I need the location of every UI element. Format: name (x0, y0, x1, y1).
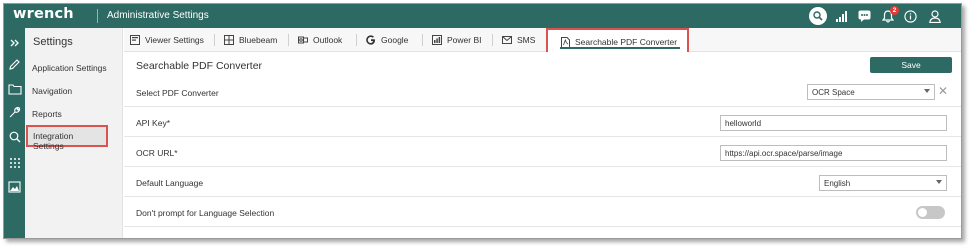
support-chat-icon (858, 10, 870, 22)
tab-label: Bluebeam (239, 35, 278, 45)
tab-separator (356, 34, 357, 46)
content-panel: Searchable PDF Converter Save Select PDF… (124, 52, 961, 238)
row-ocr-url: OCR URL* https://api.ocr.space/parse/ima… (124, 138, 961, 167)
image-icon (8, 180, 21, 193)
user-icon (929, 9, 941, 23)
tab-label: Viewer Settings (145, 35, 204, 45)
google-icon (366, 35, 376, 45)
section-heading: Searchable PDF Converter (136, 60, 263, 72)
notification-badge: 2 (890, 6, 899, 15)
sidebar-item-reports[interactable]: Reports (32, 109, 62, 119)
bluebeam-icon (224, 35, 234, 45)
tab-viewer-settings[interactable]: Viewer Settings (130, 33, 204, 47)
pdf-icon (560, 36, 570, 48)
logo: wrench (13, 6, 74, 22)
pdf-converter-value: OCR Space (812, 87, 855, 97)
tab-label: SMS (517, 35, 536, 45)
search-button[interactable] (809, 7, 827, 25)
row-select-pdf-converter: Select PDF Converter OCR Space ✕ (124, 78, 961, 107)
viewer-settings-icon (130, 35, 140, 45)
apps-grid-icon (9, 157, 20, 168)
page-title: Administrative Settings (107, 10, 209, 21)
header-divider (97, 9, 98, 23)
icon-rail (4, 28, 25, 238)
tab-power-bi[interactable]: Power BI (432, 33, 482, 47)
clear-icon[interactable]: ✕ (938, 84, 948, 98)
language-prompt-toggle[interactable] (916, 206, 945, 219)
tab-label: Searchable PDF Converter (575, 37, 678, 47)
tab-separator (492, 34, 493, 46)
tab-label: Outlook (313, 35, 343, 45)
sidebar-item-navigation[interactable]: Navigation (32, 86, 72, 96)
sidebar-title: Settings (33, 36, 73, 48)
toggle-knob (918, 208, 927, 217)
pencil-icon (9, 59, 20, 70)
top-bar: wrench Administrative Settings 2 (4, 4, 961, 28)
row-api-key: API Key* helloworld (124, 108, 961, 137)
api-key-input[interactable]: helloworld (720, 115, 947, 131)
folder-icon (7, 83, 22, 95)
wrench-icon (9, 106, 21, 118)
rail-edit-button[interactable] (6, 56, 23, 73)
default-language-value: English (824, 178, 851, 188)
help-button[interactable] (901, 7, 919, 25)
rail-folder-button[interactable] (6, 80, 23, 97)
tab-bluebeam[interactable]: Bluebeam (224, 33, 277, 47)
support-button[interactable] (855, 7, 873, 25)
select-pdf-converter-label: Select PDF Converter (136, 88, 219, 98)
user-menu-button[interactable] (926, 7, 944, 25)
envelope-icon (502, 35, 512, 45)
settings-sidebar: Settings Application Settings Navigation… (25, 28, 123, 238)
sidebar-item-application-settings[interactable]: Application Settings (32, 63, 107, 73)
sidebar-item-integration-settings[interactable]: Integration Settings (26, 125, 108, 151)
notifications-button[interactable]: 2 (879, 6, 899, 25)
tab-separator (214, 34, 215, 46)
dropdown-arrow-icon (924, 89, 930, 93)
info-icon (903, 9, 917, 23)
integration-tabs: Viewer Settings Bluebeam Outlook Google … (124, 28, 961, 56)
power-bi-icon (432, 35, 442, 45)
default-language-label: Default Language (136, 178, 204, 188)
pdf-converter-select[interactable]: OCR Space (807, 84, 935, 100)
api-key-label: API Key* (136, 118, 171, 128)
tab-label: Power BI (447, 35, 482, 45)
save-button[interactable]: Save (870, 57, 952, 73)
tab-separator (422, 34, 423, 46)
rail-tools-button[interactable] (6, 104, 23, 121)
expand-rail-button[interactable] (6, 34, 23, 51)
rail-apps-button[interactable] (6, 154, 23, 171)
ocr-url-input[interactable]: https://api.ocr.space/parse/image (720, 145, 947, 161)
signal-button[interactable] (833, 7, 851, 25)
tab-sms[interactable]: SMS (502, 33, 535, 47)
outlook-icon (298, 35, 308, 45)
search-icon (9, 131, 20, 142)
ocr-url-label: OCR URL* (136, 148, 178, 158)
rail-image-button[interactable] (6, 178, 23, 195)
search-icon (813, 11, 823, 21)
app-window: wrench Administrative Settings 2 Setting… (3, 3, 962, 239)
language-prompt-label: Don't prompt for Language Selection (136, 208, 275, 218)
signal-bars-icon (836, 10, 847, 22)
dropdown-arrow-icon (936, 180, 942, 184)
active-tab-indicator (560, 47, 680, 49)
tab-label: Google (381, 35, 409, 45)
rail-search-button[interactable] (6, 128, 23, 145)
tab-outlook[interactable]: Outlook (298, 33, 342, 47)
double-chevron-right-icon (10, 39, 19, 46)
default-language-select[interactable]: English (819, 175, 947, 191)
tab-separator (288, 34, 289, 46)
row-language-prompt: Don't prompt for Language Selection (124, 198, 961, 227)
row-default-language: Default Language English (124, 168, 961, 197)
tab-google[interactable]: Google (366, 33, 408, 47)
